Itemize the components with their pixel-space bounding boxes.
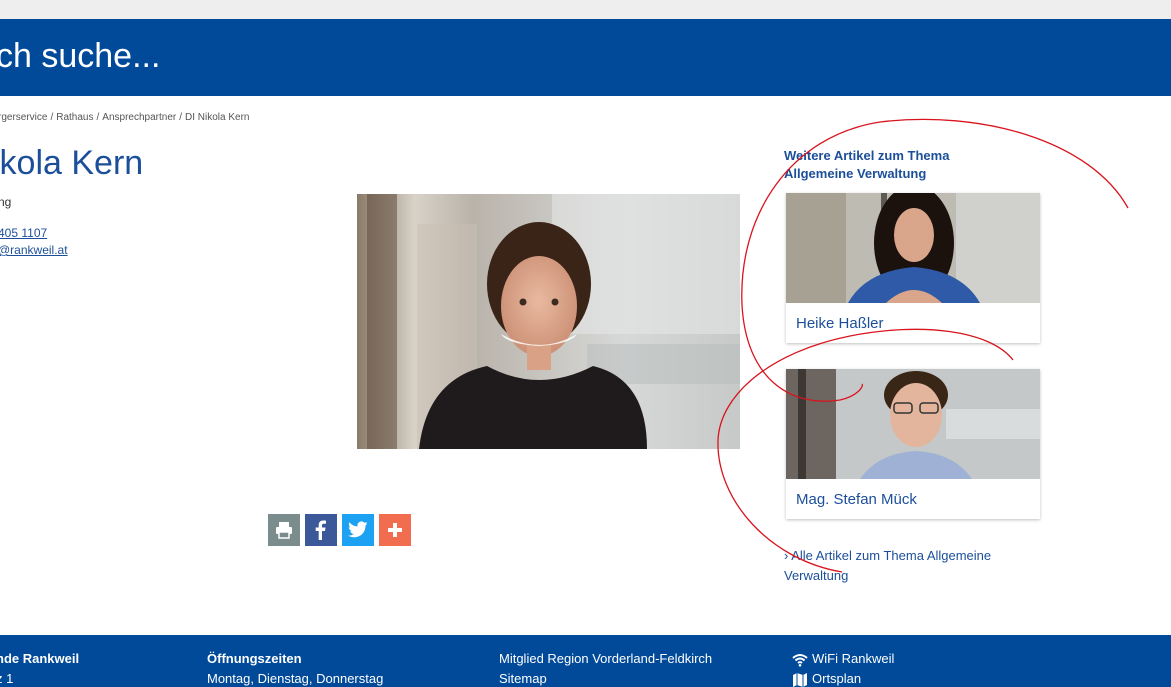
card-name[interactable]: Heike Haßler bbox=[796, 315, 884, 332]
breadcrumb-item-current: DI Nikola Kern bbox=[185, 112, 250, 123]
search-placeholder[interactable]: ch suche... bbox=[0, 37, 160, 76]
phone-link[interactable]: 405 1107 bbox=[0, 226, 47, 240]
footer-opening-hours-days: Montag, Dienstag, Donnerstag bbox=[207, 671, 384, 686]
wifi-icon bbox=[792, 653, 808, 667]
related-card-heike[interactable]: Heike Haßler bbox=[786, 193, 1040, 343]
breadcrumb-item-rathaus[interactable]: Rathaus bbox=[56, 112, 93, 123]
browser-top-strip bbox=[0, 0, 1171, 19]
search-bar[interactable] bbox=[0, 19, 1171, 96]
card-name[interactable]: Mag. Stefan Mück bbox=[796, 491, 917, 508]
facebook-share-button[interactable] bbox=[305, 514, 337, 546]
twitter-icon bbox=[348, 521, 368, 538]
footer-wifi-link[interactable]: WiFi Rankweil bbox=[792, 649, 894, 669]
role-text: ng bbox=[0, 195, 12, 209]
email-link[interactable]: @rankweil.at bbox=[0, 243, 68, 257]
related-heading-line2: Allgemeine Verwaltung bbox=[784, 166, 927, 181]
footer-map-label[interactable]: Ortsplan bbox=[812, 671, 861, 686]
footer-municipality-title: nde Rankweil bbox=[0, 651, 80, 666]
footer-sitemap-link[interactable]: Sitemap bbox=[499, 669, 547, 687]
page-title: ikola Kern bbox=[0, 144, 144, 182]
breadcrumb: rgerservice / Rathaus / Ansprechpartner / DI N… bbox=[0, 112, 250, 123]
related-articles-heading: Weitere Artikel zum Thema Allgemeine Ver… bbox=[784, 147, 1024, 183]
footer-wifi-label[interactable]: WiFi Rankweil bbox=[812, 651, 894, 666]
plus-icon bbox=[388, 523, 402, 537]
breadcrumb-item-ansprechpartner[interactable]: Ansprechpartner bbox=[102, 112, 176, 123]
breadcrumb-item-buergerservice[interactable]: rgerservice bbox=[0, 112, 47, 123]
twitter-share-button[interactable] bbox=[342, 514, 374, 546]
all-articles-link[interactable]: › Alle Artikel zum Thema Allgemeine Verw… bbox=[784, 546, 1024, 586]
print-button[interactable] bbox=[268, 514, 300, 546]
related-heading-line1: Weitere Artikel zum Thema bbox=[784, 148, 950, 163]
footer-map-link[interactable]: Ortsplan bbox=[792, 669, 861, 687]
print-icon bbox=[276, 522, 292, 539]
card-photo bbox=[786, 193, 1040, 303]
portrait-photo bbox=[357, 194, 740, 449]
footer-address-line: z 1 bbox=[0, 671, 14, 686]
related-card-stefan[interactable]: Mag. Stefan Mück bbox=[786, 369, 1040, 519]
facebook-icon bbox=[315, 520, 326, 540]
footer-region-link[interactable]: Mitglied Region Vorderland-Feldkirch bbox=[499, 649, 712, 669]
map-icon bbox=[793, 672, 807, 687]
footer-opening-hours-title: Öffnungszeiten bbox=[207, 651, 302, 666]
more-share-button[interactable] bbox=[379, 514, 411, 546]
card-photo bbox=[786, 369, 1040, 479]
